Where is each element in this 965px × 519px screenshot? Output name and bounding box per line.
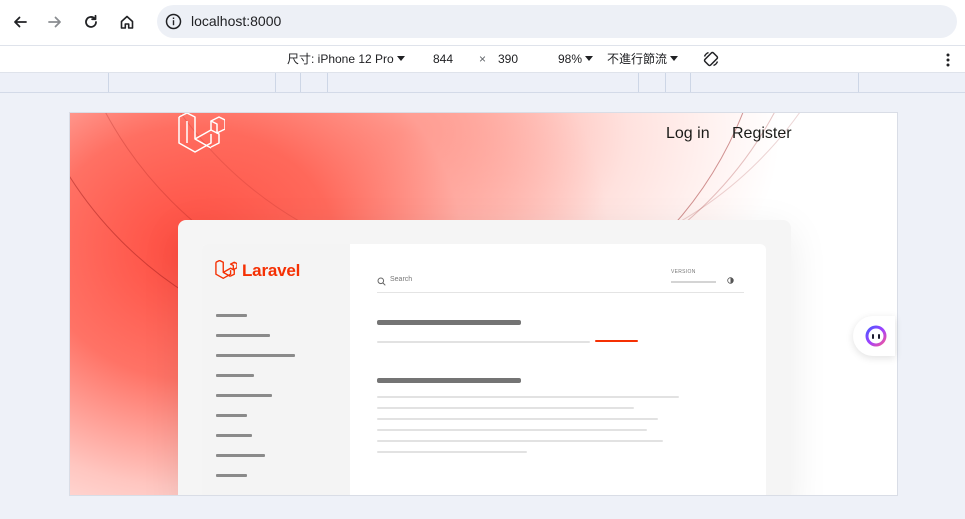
chevron-down-icon [396, 56, 405, 61]
zoom-select[interactable]: 98% [558, 52, 594, 66]
media-query-bar[interactable] [0, 73, 965, 93]
breakpoint-marker [638, 73, 639, 92]
zoom-select-label: 98% [558, 52, 583, 66]
sidebar-link-placeholder [216, 334, 270, 337]
reload-icon [85, 14, 97, 28]
sidebar-link-placeholder [216, 434, 252, 437]
register-link[interactable]: Register [732, 125, 792, 143]
sidebar-link-placeholder [216, 474, 247, 477]
text-line-placeholder [377, 440, 663, 442]
sidebar-link-placeholder [216, 374, 254, 377]
rotate-icon[interactable] [702, 50, 720, 68]
home-button[interactable] [113, 8, 141, 36]
chevron-down-icon [585, 56, 594, 61]
device-select[interactable]: 尺寸: iPhone 12 Pro [287, 52, 405, 66]
text-line-placeholder [377, 429, 647, 431]
throttle-select-label: 不進行節流 [607, 52, 668, 66]
device-toolbar: 尺寸: iPhone 12 Pro 844 × 390 98% 不進行節流 [0, 45, 965, 73]
docs-preview-card[interactable]: Laravel Search VERSION [178, 220, 791, 495]
sidebar-link-placeholder [216, 454, 265, 457]
docs-brand-name: Laravel [242, 261, 301, 280]
theme-toggle-icon [727, 277, 734, 284]
login-link[interactable]: Log in [666, 125, 710, 143]
search-icon [377, 277, 386, 286]
device-select-label: 尺寸: iPhone 12 Pro [287, 52, 394, 66]
breakpoint-marker [858, 73, 859, 92]
version-label: VERSION [671, 269, 696, 275]
text-line-placeholder [377, 396, 679, 398]
breakpoint-marker [300, 73, 301, 92]
heading-placeholder [377, 320, 521, 325]
sidebar-link-placeholder [216, 354, 295, 357]
browser-toolbar: localhost:8000 [0, 0, 965, 45]
arrow-left-icon [14, 16, 27, 28]
breakpoint-marker [327, 73, 328, 92]
dimension-separator: × [479, 52, 487, 66]
docs-sidebar: Laravel [202, 244, 350, 495]
info-icon[interactable] [165, 13, 182, 30]
text-line-placeholder [377, 418, 658, 420]
text-line-placeholder [377, 341, 590, 343]
assistant-icon [865, 325, 887, 347]
laravel-logo-icon [215, 260, 237, 280]
version-select-placeholder [671, 281, 716, 283]
docs-main: Search VERSION [350, 244, 766, 495]
text-line-placeholder [377, 451, 527, 453]
reload-button[interactable] [77, 8, 105, 36]
accent-link-placeholder [595, 340, 638, 342]
search-placeholder: Search [390, 276, 413, 283]
back-button[interactable] [6, 8, 34, 36]
breakpoint-marker [690, 73, 691, 92]
more-options-icon[interactable] [943, 52, 953, 68]
assistant-float-button[interactable] [853, 316, 895, 356]
docs-preview-screen: Laravel Search VERSION [202, 244, 766, 495]
breakpoint-marker [665, 73, 666, 92]
breakpoint-marker [108, 73, 109, 92]
laravel-logo-icon [178, 113, 225, 153]
address-bar[interactable]: localhost:8000 [157, 5, 957, 38]
sidebar-link-placeholder [216, 314, 247, 317]
height-input[interactable]: 390 [498, 52, 518, 66]
width-input[interactable]: 844 [433, 52, 453, 66]
docs-brand: Laravel [215, 258, 300, 284]
text-line-placeholder [377, 407, 634, 409]
sidebar-link-placeholder [216, 414, 247, 417]
throttle-select[interactable]: 不進行節流 [607, 52, 679, 66]
breakpoint-marker [275, 73, 276, 92]
url-text[interactable]: localhost:8000 [191, 13, 281, 29]
home-icon [120, 15, 134, 29]
sidebar-link-placeholder [216, 394, 272, 397]
chevron-down-icon [670, 56, 679, 61]
arrow-right-icon [48, 16, 61, 28]
search-underline [377, 292, 744, 293]
heading-placeholder [377, 378, 521, 383]
forward-button[interactable] [41, 8, 69, 36]
device-viewport: Log in Register Laravel Search VERSION [69, 112, 898, 496]
